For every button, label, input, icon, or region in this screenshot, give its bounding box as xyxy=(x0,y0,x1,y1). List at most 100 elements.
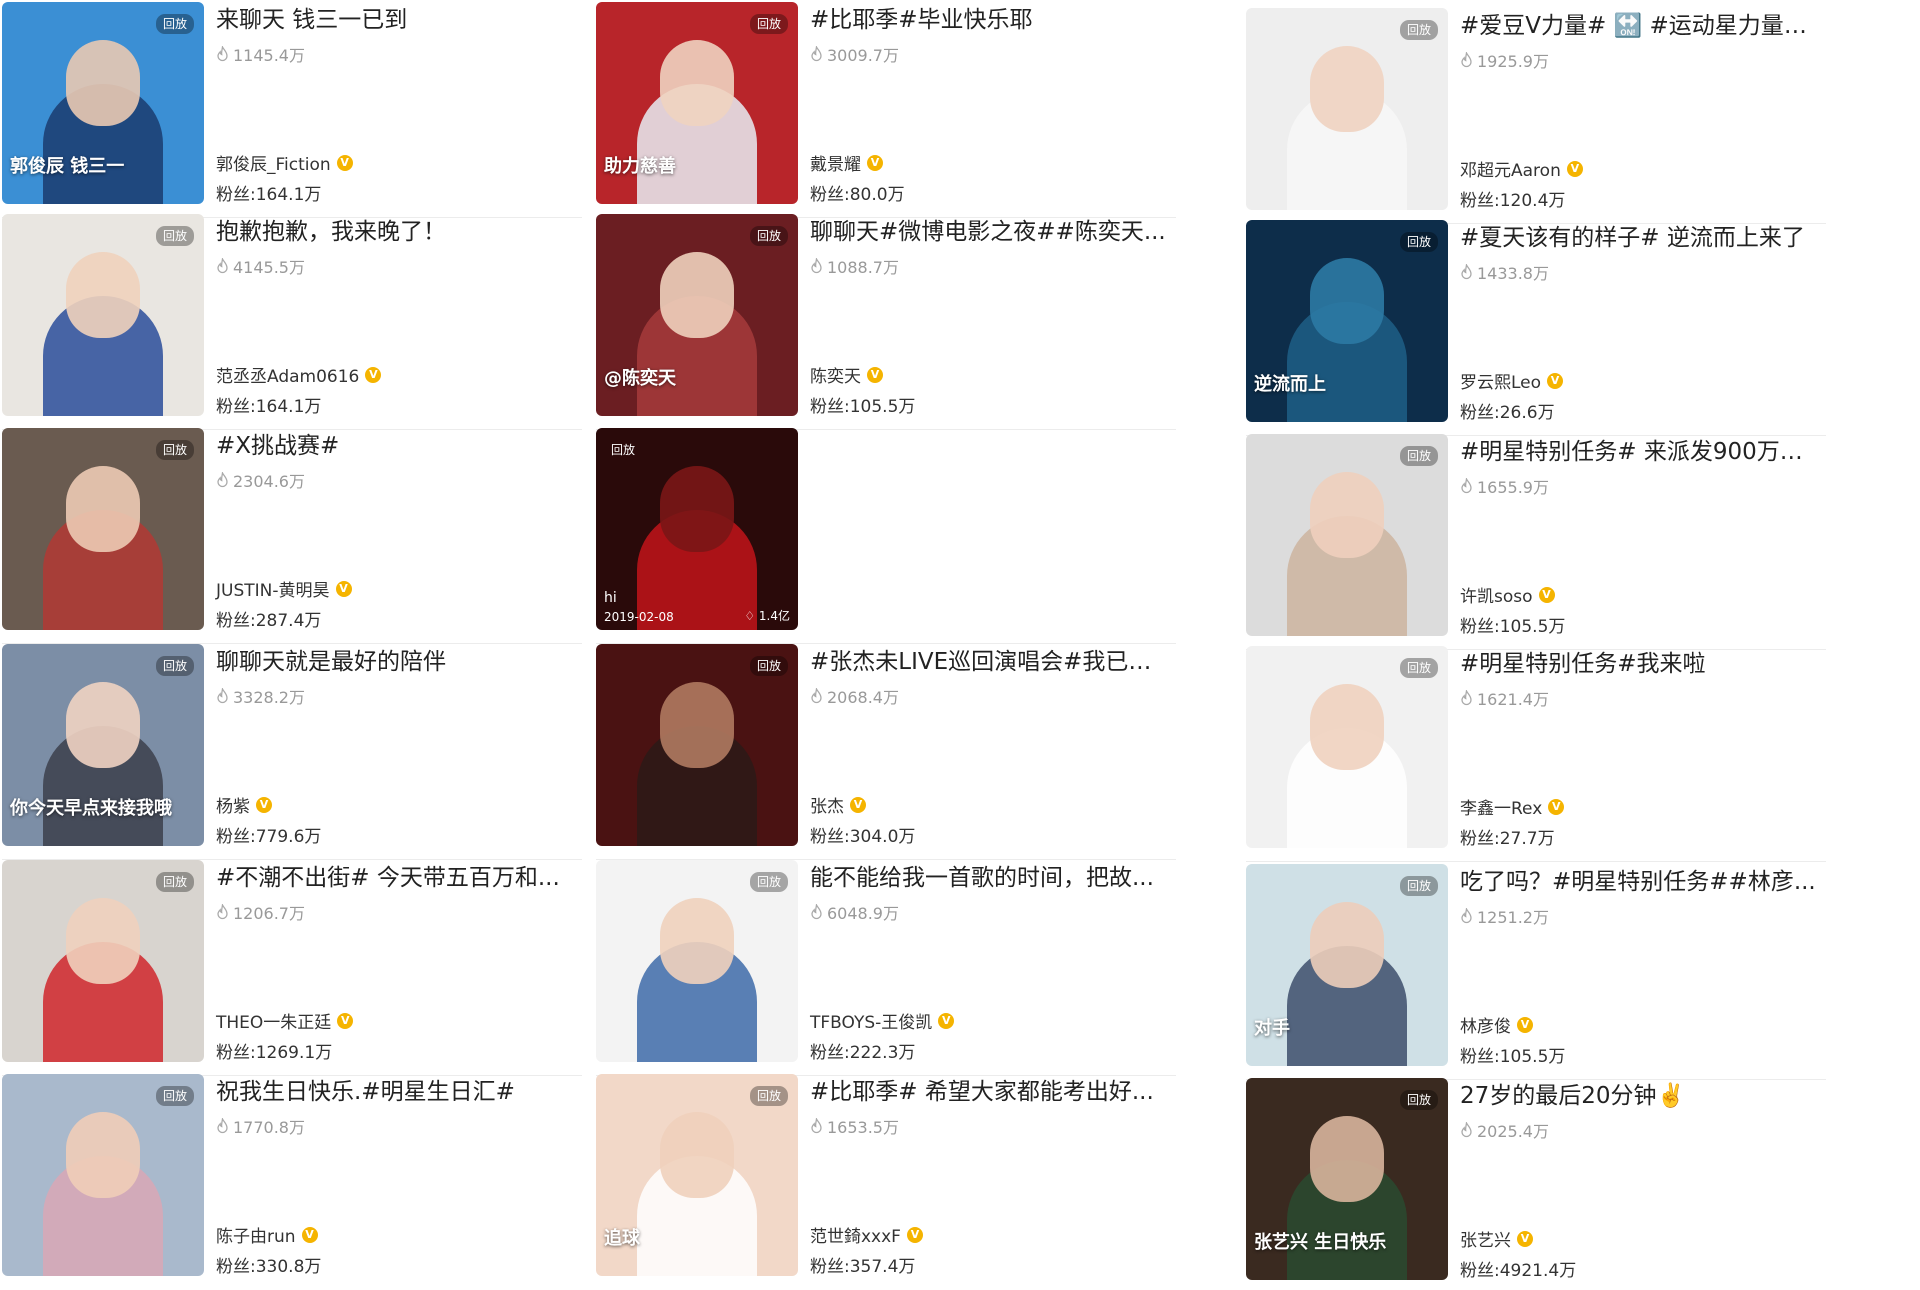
live-replay-card[interactable]: 回放 #爱豆V力量# 🔛 #运动星力量#... 1925.9万 邓超元Aaron V 粉丝… xyxy=(1246,8,1826,224)
author[interactable]: 杨紫 V xyxy=(216,792,272,817)
live-replay-card[interactable]: 回放 #明星特别任务# 来派发900万福... 1655.9万 许凯soso V 粉丝:1… xyxy=(1246,434,1826,650)
cover-thumbnail[interactable]: 回放 @陈奕天 xyxy=(596,214,798,416)
live-replay-card[interactable]: 回放 #不潮不出街# 今天带五百万和... 1206.7万 THEO一朱正廷 V 粉丝:1… xyxy=(2,860,582,1076)
live-title[interactable]: #比耶季# 希望大家都能考出好... xyxy=(810,1076,1170,1108)
live-title[interactable]: #明星特别任务#我来啦 xyxy=(1460,648,1820,680)
cover-overlay-text: 对手 xyxy=(1254,1018,1290,1039)
cover-thumbnail[interactable]: 回放 xyxy=(1246,434,1448,636)
cover-thumbnail[interactable]: 回放 追球 xyxy=(596,1074,798,1276)
cover-thumbnail[interactable]: 回放 xyxy=(2,214,204,416)
live-replay-card[interactable]: 回放 #明星特别任务#我来啦 1621.4万 李鑫一Rex V 粉丝:27.7万 xyxy=(1246,646,1826,862)
author-name[interactable]: 罗云熙Leo xyxy=(1460,368,1541,393)
cover-thumbnail[interactable]: 回放 郭俊辰 钱三一 xyxy=(2,2,204,204)
cover-face xyxy=(1310,902,1384,988)
cover-thumbnail[interactable]: 回放 xyxy=(596,860,798,1062)
author[interactable]: 林彦俊 V xyxy=(1460,1012,1533,1037)
live-title[interactable]: #张杰未LIVE巡回演唱会#我已经... xyxy=(810,646,1170,678)
live-title[interactable]: 祝我生日快乐.#明星生日汇# xyxy=(216,1076,576,1108)
cover-thumbnail[interactable]: 回放 张艺兴 生日快乐 xyxy=(1246,1078,1448,1280)
view-count: 1653.5万 xyxy=(810,1114,899,1138)
view-count: 1621.4万 xyxy=(1460,686,1549,710)
author-name[interactable]: THEO一朱正廷 xyxy=(216,1008,331,1033)
author-name[interactable]: 张艺兴 xyxy=(1460,1226,1511,1251)
live-replay-card[interactable]: 回放 @陈奕天 聊聊天#微博电影之夜##陈奕天... 1088.7万 陈奕天 V 粉丝:10… xyxy=(596,214,1176,430)
live-title[interactable]: 来聊天 钱三一已到 xyxy=(216,4,576,36)
live-replay-card[interactable]: 回放 #X挑战赛# 2304.6万 JUSTIN-黄明昊 V 粉丝:287.4万 xyxy=(2,428,582,644)
live-replay-card[interactable]: 回放 抱歉抱歉，我来晚了！ 4145.5万 范丞丞Adam0616 V 粉丝:164.1万 xyxy=(2,214,582,430)
live-title[interactable]: #X挑战赛# xyxy=(216,430,576,462)
live-title[interactable]: 聊聊天就是最好的陪伴 xyxy=(216,646,576,678)
live-replay-tile[interactable]: 回放 hi 2019-02-08 ♢ 1.4亿 xyxy=(596,428,1176,644)
author-name[interactable]: 范丞丞Adam0616 xyxy=(216,362,359,387)
cover-face xyxy=(66,466,140,552)
author[interactable]: 李鑫一Rex V xyxy=(1460,794,1565,819)
author-name[interactable]: TFBOYS-王俊凯 xyxy=(810,1008,932,1033)
author-name[interactable]: JUSTIN-黄明昊 xyxy=(216,576,330,601)
author-name[interactable]: 林彦俊 xyxy=(1460,1012,1511,1037)
live-replay-card[interactable]: 回放 逆流而上 #夏天该有的样子# 逆流而上来了 1433.8万 罗云熙Leo V 粉丝:2… xyxy=(1246,220,1826,436)
cover-thumbnail[interactable]: 回放 xyxy=(1246,8,1448,210)
live-replay-card[interactable]: 回放 郭俊辰 钱三一 来聊天 钱三一已到 1145.4万 郭俊辰_Fiction V 粉丝:… xyxy=(2,2,582,218)
cover-thumbnail[interactable]: 回放 xyxy=(2,428,204,630)
replay-badge: 回放 xyxy=(749,14,788,34)
flame-icon xyxy=(217,46,228,62)
author-name[interactable]: 陈子由run xyxy=(216,1222,296,1247)
author[interactable]: 许凯soso V xyxy=(1460,582,1555,607)
author-name[interactable]: 陈奕天 xyxy=(810,362,861,387)
author-name[interactable]: 郭俊辰_Fiction xyxy=(216,150,331,175)
live-replay-card[interactable]: 回放 能不能给我一首歌的时间，把故... 6048.9万 TFBOYS-王俊凯 V 粉丝:… xyxy=(596,860,1176,1076)
author-name[interactable]: 邓超元Aaron xyxy=(1460,156,1561,181)
replay-badge: 回放 xyxy=(1399,876,1438,896)
cover-thumbnail[interactable]: 回放 你今天早点来接我哦 xyxy=(2,644,204,846)
cover-thumbnail[interactable]: 回放 xyxy=(2,1074,204,1276)
live-replay-card[interactable]: 回放 助力慈善 #比耶季#毕业快乐耶 3009.7万 戴景耀 V 粉丝:80.0万 xyxy=(596,2,1176,218)
cover-thumbnail[interactable]: 回放 xyxy=(2,860,204,1062)
cover-thumbnail[interactable]: 回放 助力慈善 xyxy=(596,2,798,204)
live-replay-card[interactable]: 回放 追球 #比耶季# 希望大家都能考出好... 1653.5万 范世錡xxxF V 粉丝:… xyxy=(596,1074,1176,1286)
cover-thumbnail[interactable]: 回放 xyxy=(596,644,798,846)
view-count: 2068.4万 xyxy=(810,684,899,708)
live-replay-card[interactable]: 回放 张艺兴 生日快乐 27岁的最后20分钟✌️ 2025.4万 张艺兴 V 粉丝:4921… xyxy=(1246,1078,1826,1290)
author[interactable]: 罗云熙Leo V xyxy=(1460,368,1564,393)
view-count: 1770.8万 xyxy=(216,1114,305,1138)
live-replay-card[interactable]: 回放 对手 吃了吗？#明星特别任务##林彦... 1251.2万 林彦俊 V 粉丝:105.… xyxy=(1246,864,1826,1080)
cover-thumbnail[interactable]: 回放 xyxy=(1246,646,1448,848)
author[interactable]: THEO一朱正廷 V xyxy=(216,1008,354,1033)
live-title[interactable]: #不潮不出街# 今天带五百万和... xyxy=(216,862,576,894)
author[interactable]: 张杰 V xyxy=(810,792,866,817)
author[interactable]: 陈子由run V xyxy=(216,1222,318,1247)
author[interactable]: 范世錡xxxF V xyxy=(810,1222,923,1247)
author-name[interactable]: 戴景耀 xyxy=(810,150,861,175)
author[interactable]: 郭俊辰_Fiction V xyxy=(216,150,353,175)
cover-thumbnail[interactable]: 回放 hi 2019-02-08 ♢ 1.4亿 xyxy=(596,428,798,630)
flame-icon xyxy=(217,1118,228,1134)
author-name[interactable]: 范世錡xxxF xyxy=(810,1222,901,1247)
live-title[interactable]: 抱歉抱歉，我来晚了！ xyxy=(216,216,576,248)
author-name[interactable]: 许凯soso xyxy=(1460,582,1533,607)
cover-thumbnail[interactable]: 回放 逆流而上 xyxy=(1246,220,1448,422)
live-title[interactable]: #夏天该有的样子# 逆流而上来了 xyxy=(1460,222,1820,254)
live-replay-card[interactable]: 回放 祝我生日快乐.#明星生日汇# 1770.8万 陈子由run V 粉丝:330.8万 xyxy=(2,1074,582,1286)
author[interactable]: TFBOYS-王俊凯 V xyxy=(810,1008,955,1033)
author[interactable]: 戴景耀 V xyxy=(810,150,883,175)
live-title[interactable]: 27岁的最后20分钟✌️ xyxy=(1460,1080,1820,1112)
author[interactable]: 范丞丞Adam0616 V xyxy=(216,362,382,387)
live-title[interactable]: #比耶季#毕业快乐耶 xyxy=(810,4,1170,36)
live-title[interactable]: #明星特别任务# 来派发900万福... xyxy=(1460,436,1820,468)
author[interactable]: JUSTIN-黄明昊 V xyxy=(216,576,352,601)
live-title[interactable]: #爱豆V力量# 🔛 #运动星力量#... xyxy=(1460,10,1820,42)
live-title[interactable]: 能不能给我一首歌的时间，把故... xyxy=(810,862,1170,894)
author[interactable]: 邓超元Aaron V xyxy=(1460,156,1583,181)
author[interactable]: 张艺兴 V xyxy=(1460,1226,1533,1251)
live-title[interactable]: 聊聊天#微博电影之夜##陈奕天... xyxy=(810,216,1170,248)
author-name[interactable]: 张杰 xyxy=(810,792,844,817)
replay-badge: 回放 xyxy=(155,656,194,676)
author-name[interactable]: 李鑫一Rex xyxy=(1460,794,1542,819)
author-name[interactable]: 杨紫 xyxy=(216,792,250,817)
live-replay-card[interactable]: 回放 #张杰未LIVE巡回演唱会#我已经... 2068.4万 张杰 V 粉丝:304.0… xyxy=(596,644,1176,860)
live-title[interactable]: 吃了吗？#明星特别任务##林彦... xyxy=(1460,866,1820,898)
live-replay-card[interactable]: 回放 你今天早点来接我哦 聊聊天就是最好的陪伴 3328.2万 杨紫 V 粉丝:779.6万 xyxy=(2,644,582,860)
replay-badge: 回放 xyxy=(1399,446,1438,466)
author[interactable]: 陈奕天 V xyxy=(810,362,883,387)
cover-thumbnail[interactable]: 回放对手 xyxy=(1246,864,1448,1066)
